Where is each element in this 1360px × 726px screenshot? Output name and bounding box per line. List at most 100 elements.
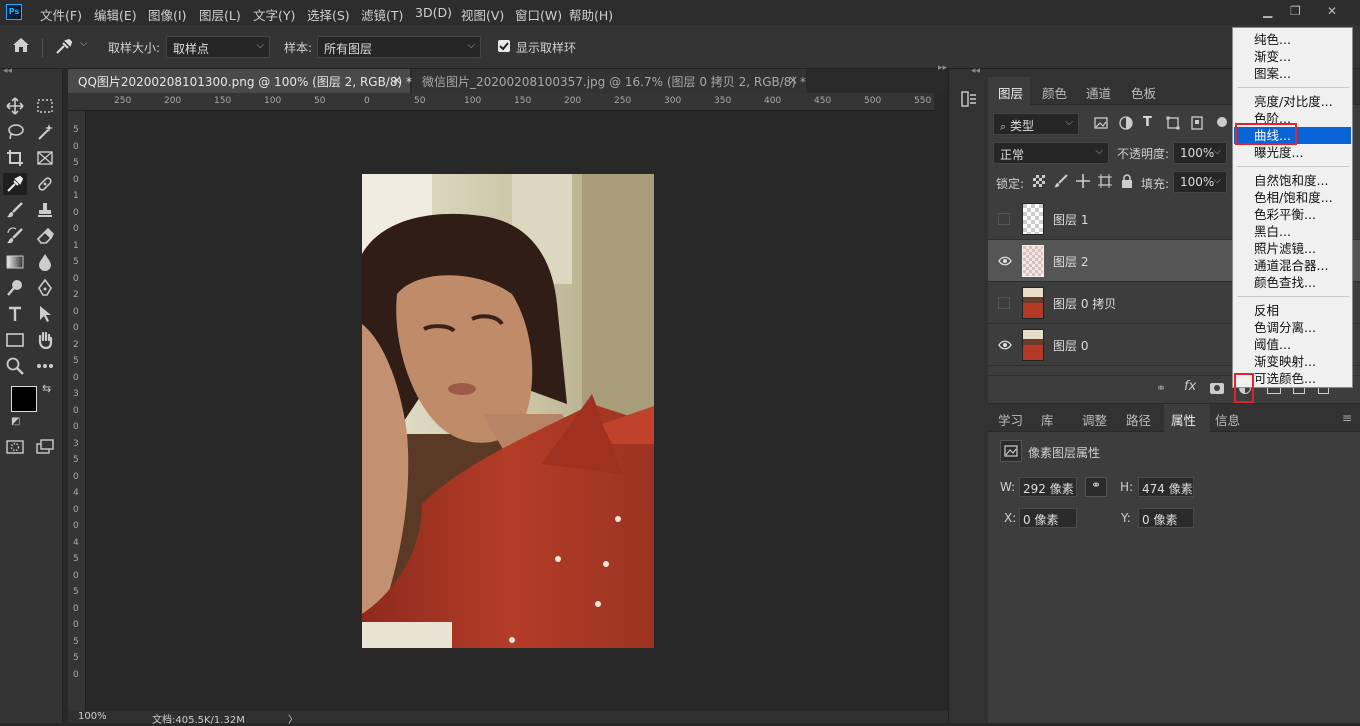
menu-item-hue-saturation[interactable]: 色相/饱和度... — [1234, 189, 1351, 206]
tab-libraries[interactable]: 库 — [1041, 410, 1054, 429]
layer-name[interactable]: 图层 2 — [1053, 253, 1088, 270]
status-menu-arrow[interactable]: 〉 — [288, 711, 298, 726]
visibility-toggle[interactable] — [998, 297, 1010, 309]
history-panel-icon[interactable] — [961, 91, 977, 107]
show-ring-checkbox[interactable] — [498, 40, 510, 52]
restore-icon[interactable]: ❐ — [1290, 4, 1301, 18]
tab-qq-image[interactable]: QQ图片20200208101300.png @ 100% (图层 2, RGB… — [68, 69, 412, 93]
layer-filter-select[interactable]: ⌕ 类型 ⌵ — [993, 113, 1079, 135]
lock-pixels-icon[interactable] — [1054, 174, 1068, 188]
eyedropper-tool-active-icon[interactable] — [3, 173, 27, 195]
zoom-tool-icon[interactable] — [3, 355, 27, 377]
menu-3d[interactable]: 3D(D) — [415, 5, 452, 20]
menu-item-black-white[interactable]: 黑白... — [1234, 223, 1351, 240]
link-dimensions-icon[interactable]: ⚭ — [1085, 477, 1107, 497]
lock-artboard-icon[interactable] — [1098, 174, 1112, 188]
menu-item-gradient[interactable]: 渐变... — [1234, 48, 1351, 65]
filter-toggle-icon[interactable] — [1217, 117, 1227, 127]
clone-stamp-tool-icon[interactable] — [33, 199, 57, 221]
screen-mode-icon[interactable] — [33, 436, 57, 458]
blur-tool-icon[interactable] — [33, 251, 57, 273]
menu-filter[interactable]: 滤镜(T) — [361, 5, 403, 24]
tab-adjustments[interactable]: 调整 — [1082, 410, 1107, 429]
layer-name[interactable]: 图层 0 — [1053, 337, 1088, 354]
menu-view[interactable]: 视图(V) — [461, 5, 504, 24]
type-tool-icon[interactable] — [3, 303, 27, 325]
tab-properties[interactable]: 属性 — [1171, 410, 1196, 429]
filter-type-icon[interactable]: T — [1143, 115, 1152, 130]
magic-wand-tool-icon[interactable] — [33, 121, 57, 143]
menu-select[interactable]: 选择(S) — [307, 5, 350, 24]
frame-tool-icon[interactable] — [33, 147, 57, 169]
zoom-level[interactable]: 100% — [78, 711, 107, 722]
panel-menu-icon[interactable]: ≡ — [1342, 411, 1352, 425]
marquee-tool-icon[interactable] — [33, 95, 57, 117]
eraser-tool-icon[interactable] — [33, 225, 57, 247]
menu-item-channel-mixer[interactable]: 通道混合器... — [1234, 257, 1351, 274]
link-layers-icon[interactable]: ⚭ — [1156, 381, 1166, 395]
eyedropper-tool-icon[interactable] — [54, 37, 74, 55]
tab-wechat-image[interactable]: 微信图片_20200208100357.jpg @ 16.7% (图层 0 拷贝… — [412, 69, 806, 93]
rectangle-tool-icon[interactable] — [3, 329, 27, 351]
dodge-tool-icon[interactable] — [3, 277, 27, 299]
menu-item-vibrance[interactable]: 自然饱和度... — [1234, 172, 1351, 189]
menu-window[interactable]: 窗口(W) — [515, 5, 562, 24]
sample-select[interactable]: 所有图层 ⌵ — [317, 36, 481, 58]
history-brush-tool-icon[interactable] — [3, 225, 27, 247]
menu-layer[interactable]: 图层(L) — [199, 5, 241, 24]
close-tab-icon[interactable]: × — [788, 73, 798, 87]
menu-item-pattern[interactable]: 图案... — [1234, 65, 1351, 82]
tab-info[interactable]: 信息 — [1215, 410, 1240, 429]
y-input[interactable]: 0 像素 — [1138, 508, 1194, 528]
eye-icon[interactable] — [998, 255, 1012, 267]
document-image[interactable] — [362, 174, 654, 648]
move-tool-icon[interactable] — [3, 95, 27, 117]
expand-icon[interactable]: ◂◂ — [971, 66, 980, 76]
crop-tool-icon[interactable] — [3, 147, 27, 169]
filter-pixel-icon[interactable] — [1094, 116, 1108, 130]
add-mask-icon[interactable] — [1210, 383, 1224, 394]
home-icon[interactable] — [12, 37, 30, 53]
filter-smart-object-icon[interactable] — [1190, 116, 1204, 130]
collapse-icon[interactable]: ▸▸ — [938, 63, 947, 73]
collapse-icon[interactable]: ◂◂ — [3, 66, 12, 76]
close-window-icon[interactable]: ✕ — [1327, 4, 1337, 18]
menu-item-gradient-map[interactable]: 渐变映射... — [1234, 353, 1351, 370]
canvas-area[interactable] — [86, 111, 931, 711]
sample-size-select[interactable]: 取样点 ⌵ — [166, 36, 270, 58]
fill-input[interactable]: 100% ⌵ — [1173, 171, 1227, 193]
lock-transparent-icon[interactable] — [1033, 175, 1045, 187]
eye-icon[interactable] — [998, 339, 1012, 351]
gradient-tool-icon[interactable] — [3, 251, 27, 273]
menu-help[interactable]: 帮助(H) — [569, 5, 613, 24]
tool-preset-chevron-icon[interactable]: ⌵ — [80, 38, 88, 49]
menu-image[interactable]: 图像(I) — [148, 5, 186, 24]
fx-icon[interactable]: fx — [1184, 379, 1196, 394]
default-colors-icon[interactable]: ◩ — [11, 416, 20, 427]
height-input[interactable]: 474 像素 — [1138, 477, 1194, 497]
minimize-icon[interactable]: ▁ — [1263, 4, 1272, 18]
opacity-input[interactable]: 100% ⌵ — [1173, 142, 1227, 164]
filter-shape-icon[interactable] — [1166, 116, 1180, 130]
tab-swatches[interactable]: 色板 — [1131, 83, 1156, 102]
menu-item-color-balance[interactable]: 色彩平衡... — [1234, 206, 1351, 223]
menu-item-solid-color[interactable]: 纯色... — [1234, 31, 1351, 48]
layer-name[interactable]: 图层 1 — [1053, 211, 1088, 228]
path-selection-tool-icon[interactable] — [33, 303, 57, 325]
close-tab-icon[interactable]: × — [392, 73, 402, 87]
width-input[interactable]: 292 像素 — [1019, 477, 1077, 497]
menu-item-posterize[interactable]: 色调分离... — [1234, 319, 1351, 336]
tab-color[interactable]: 颜色 — [1042, 83, 1067, 102]
hand-tool-icon[interactable] — [33, 329, 57, 351]
menu-item-invert[interactable]: 反相 — [1234, 302, 1351, 319]
foreground-color-swatch[interactable] — [11, 386, 37, 412]
brush-tool-icon[interactable] — [3, 199, 27, 221]
menu-type[interactable]: 文字(Y) — [253, 5, 295, 24]
layer-name[interactable]: 图层 0 拷贝 — [1053, 295, 1116, 312]
tab-learn[interactable]: 学习 — [998, 410, 1023, 429]
x-input[interactable]: 0 像素 — [1019, 508, 1077, 528]
tab-layers[interactable]: 图层 — [998, 83, 1023, 102]
more-tools-icon[interactable] — [33, 355, 57, 377]
swap-colors-icon[interactable]: ⇆ — [42, 382, 51, 395]
menu-edit[interactable]: 编辑(E) — [94, 5, 137, 24]
